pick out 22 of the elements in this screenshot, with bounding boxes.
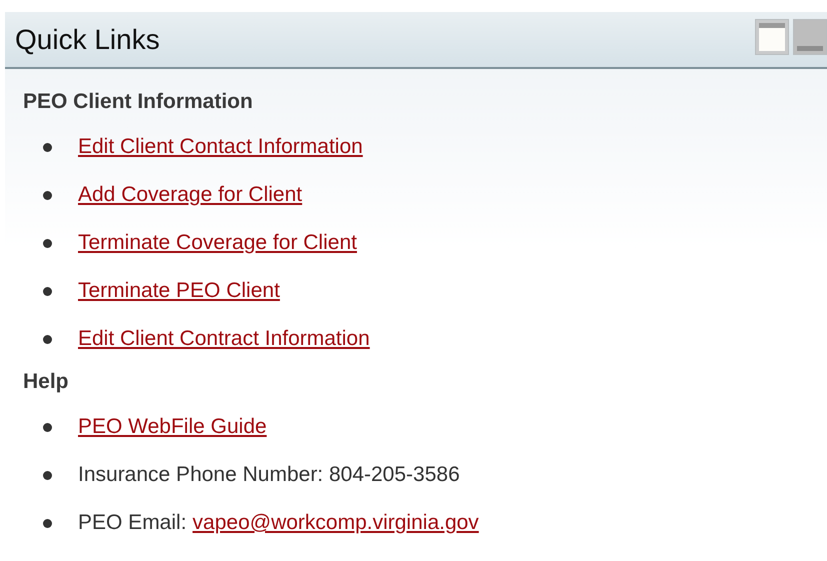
bullet-icon [43, 190, 52, 200]
quick-link[interactable]: Terminate Coverage for Client [78, 231, 357, 255]
quick-link[interactable]: Terminate PEO Client [78, 279, 280, 303]
info-label: PEO Email: [78, 511, 187, 535]
bullet-icon [43, 470, 52, 480]
quick-link[interactable]: Edit Client Contact Information [78, 135, 363, 159]
maximize-button[interactable] [755, 19, 789, 55]
bullet-icon [43, 334, 52, 344]
bullet-icon [43, 238, 52, 248]
quick-link[interactable]: PEO WebFile Guide [78, 415, 267, 439]
bullet-icon [43, 422, 52, 432]
bullet-icon [43, 286, 52, 296]
info-text: Insurance Phone Number: 804-205-3586 [78, 463, 460, 487]
section-heading: PEO Client Information [23, 89, 254, 115]
quick-link[interactable]: Add Coverage for Client [78, 183, 302, 207]
email-link[interactable]: vapeo@workcomp.virginia.gov [192, 511, 479, 535]
section-heading: Help [23, 369, 70, 395]
quick-link[interactable]: Edit Client Contract Information [78, 327, 370, 351]
bullet-icon [43, 142, 52, 152]
panel-title: Quick Links [15, 24, 160, 56]
bullet-icon [43, 518, 52, 528]
minimize-button[interactable] [793, 19, 827, 55]
